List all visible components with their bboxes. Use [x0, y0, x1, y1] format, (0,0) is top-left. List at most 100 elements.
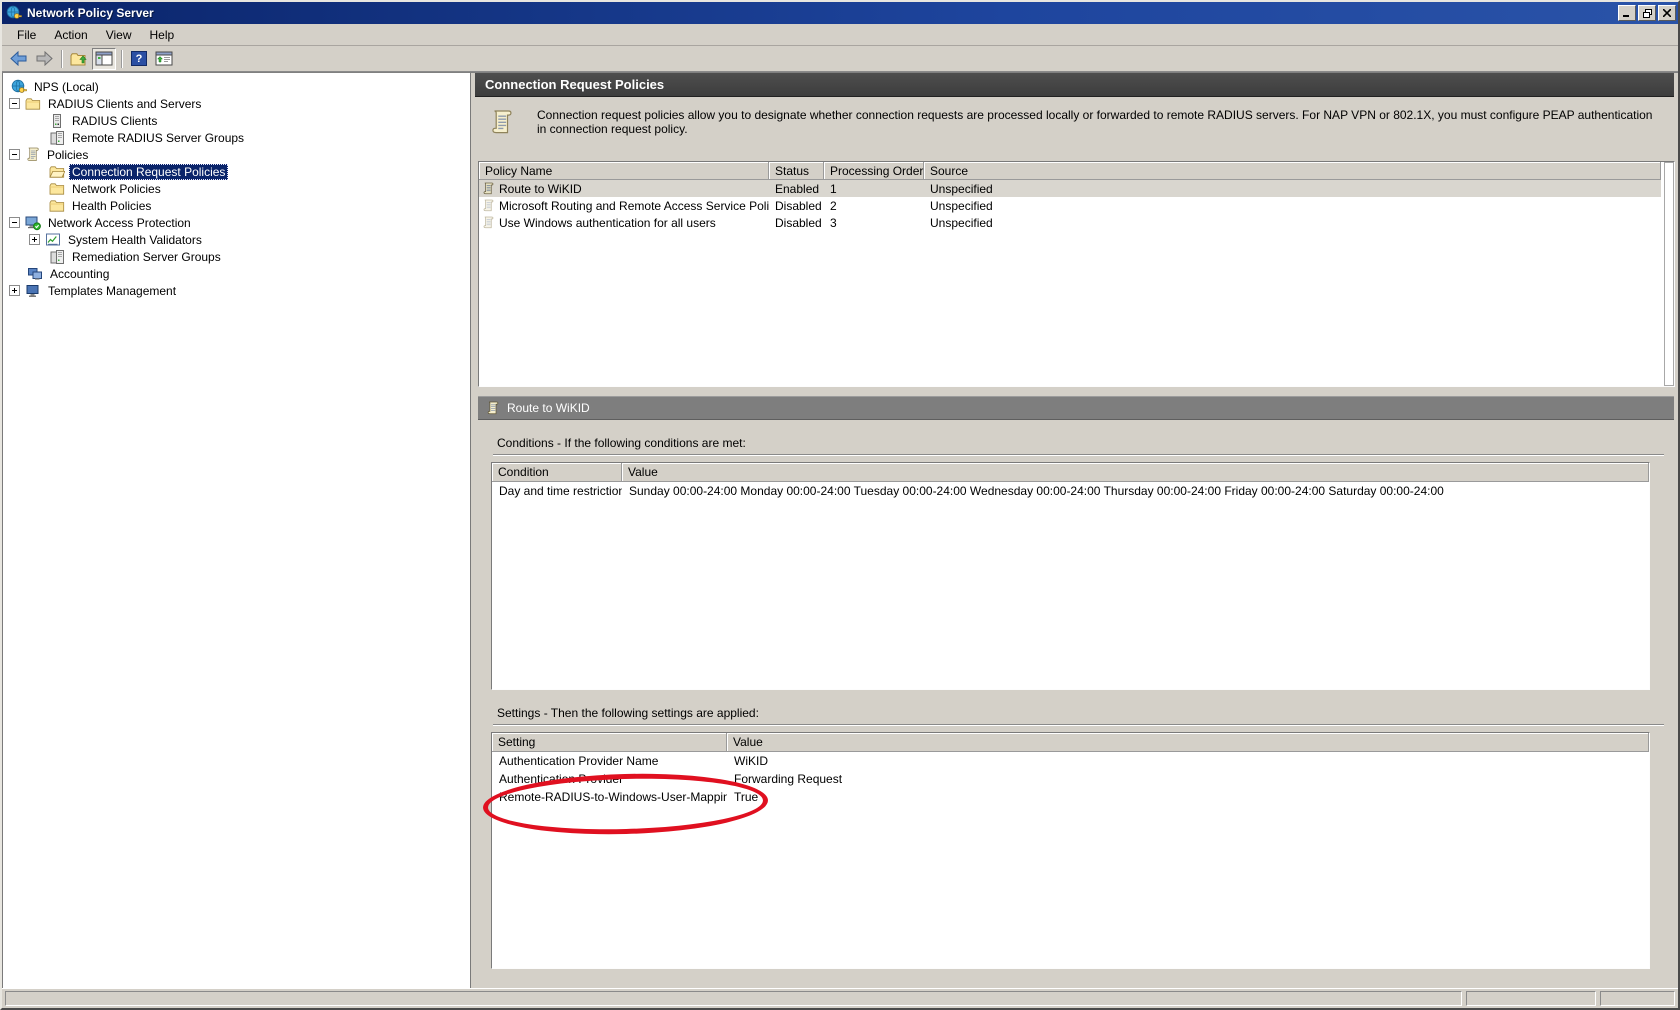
tree-item-label: Network Policies: [69, 181, 164, 197]
menu-bar: File Action View Help: [2, 24, 1678, 46]
list-vertical-scrollbar[interactable]: [1664, 162, 1674, 386]
tree-item-radius-clients[interactable]: RADIUS Clients: [3, 112, 470, 129]
open-folder-icon: [49, 164, 65, 180]
policy-name: Route to WiKID: [499, 182, 582, 196]
column-header-status[interactable]: Status: [769, 162, 824, 180]
policy-row-windows-auth[interactable]: Use Windows authentication for all users…: [479, 214, 1661, 231]
forward-arrow-icon: [35, 51, 53, 66]
setting-value: WiKID: [727, 752, 1649, 770]
menu-view[interactable]: View: [97, 26, 141, 44]
conditions-table-header: Condition Value: [492, 463, 1649, 482]
tree-item-label: Policies: [44, 147, 91, 163]
folder-icon: [25, 96, 41, 112]
policy-processing-order: 1: [824, 180, 924, 197]
window-title: Network Policy Server: [27, 6, 1616, 20]
policy-source: Unspecified: [924, 214, 1661, 231]
window-list-icon: [155, 51, 173, 66]
policy-status: Enabled: [769, 180, 824, 197]
column-header-source[interactable]: Source: [924, 162, 1661, 180]
setting-row-auth-provider[interactable]: Authentication Provider Forwarding Reque…: [492, 770, 1649, 788]
policies-description-text: Connection request policies allow you to…: [537, 105, 1658, 161]
nps-app-icon: [6, 5, 22, 21]
server-group-icon: [49, 130, 65, 146]
minimize-button[interactable]: [1618, 5, 1636, 21]
tree-item-label: Remote RADIUS Server Groups: [69, 130, 247, 146]
menu-help[interactable]: Help: [141, 26, 184, 44]
show-console-tree-button[interactable]: [92, 48, 116, 70]
condition-row-day-time[interactable]: Day and time restrictions Sunday 00:00-2…: [492, 482, 1649, 500]
policy-scroll-icon: [482, 199, 494, 213]
tree-item-system-health-validators[interactable]: System Health Validators: [3, 231, 470, 248]
tree-item-health-policies[interactable]: Health Policies: [3, 197, 470, 214]
tree-item-network-policies[interactable]: Network Policies: [3, 180, 470, 197]
tree-item-templates-management[interactable]: Templates Management: [3, 282, 470, 299]
results-header-bar: Connection Request Policies: [475, 73, 1674, 97]
column-header-condition[interactable]: Condition: [492, 463, 622, 482]
tree-item-radius-clients-and-servers[interactable]: RADIUS Clients and Servers: [3, 95, 470, 112]
column-header-value[interactable]: Value: [622, 463, 1649, 482]
toolbar-separator: [121, 50, 123, 68]
tree-item-remediation-server-groups[interactable]: Remediation Server Groups: [3, 248, 470, 265]
collapse-expander-icon[interactable]: [9, 149, 20, 160]
settings-table-header: Setting Value: [492, 733, 1649, 752]
close-button[interactable]: [1658, 5, 1676, 21]
setting-name: Remote-RADIUS-to-Windows-User-Mapping: [492, 788, 727, 806]
tree-item-connection-request-policies[interactable]: Connection Request Policies: [3, 163, 470, 180]
tree-item-label: RADIUS Clients and Servers: [45, 96, 204, 112]
policy-status: Disabled: [769, 214, 824, 231]
tree-item-label: Accounting: [47, 266, 112, 282]
condition-name: Day and time restrictions: [492, 482, 622, 500]
restore-button[interactable]: [1638, 5, 1656, 21]
policy-source: Unspecified: [924, 197, 1661, 214]
menu-file[interactable]: File: [8, 26, 45, 44]
condition-value: Sunday 00:00-24:00 Monday 00:00-24:00 Tu…: [622, 482, 1649, 500]
policy-name: Use Windows authentication for all users: [499, 216, 716, 230]
expand-expander-icon[interactable]: [29, 234, 40, 245]
tree-item-remote-radius-server-groups[interactable]: Remote RADIUS Server Groups: [3, 129, 470, 146]
column-header-value[interactable]: Value: [727, 733, 1649, 752]
nps-console-window: Network Policy Server File Action View H…: [0, 0, 1680, 1010]
collapse-expander-icon[interactable]: [9, 98, 20, 109]
expand-expander-icon[interactable]: [9, 285, 20, 296]
results-pane: Connection Request Policies Connection r…: [475, 73, 1678, 988]
column-header-policy-name[interactable]: Policy Name: [479, 162, 769, 180]
menu-action[interactable]: Action: [45, 26, 96, 44]
nps-root-icon: [11, 79, 27, 95]
back-arrow-icon: [10, 51, 28, 66]
tree-item-label: Templates Management: [45, 283, 179, 299]
setting-row-remote-radius-mapping[interactable]: Remote-RADIUS-to-Windows-User-Mapping Tr…: [492, 788, 1649, 806]
forward-button[interactable]: [32, 48, 56, 70]
tree-item-nps-local[interactable]: NPS (Local): [3, 78, 470, 95]
policies-list-view: Policy Name Status Processing Order Sour…: [478, 161, 1675, 387]
tree-item-label-selected: Connection Request Policies: [69, 164, 228, 180]
tree-item-label: Network Access Protection: [45, 215, 194, 231]
tree-item-policies[interactable]: Policies: [3, 146, 470, 163]
back-button[interactable]: [7, 48, 31, 70]
scroll-icon-small: [486, 401, 499, 416]
server-icon: [49, 113, 65, 129]
setting-name: Authentication Provider: [492, 770, 727, 788]
tree-item-label: Health Policies: [69, 198, 154, 214]
collapse-expander-icon[interactable]: [9, 217, 20, 228]
health-chart-icon: [45, 232, 61, 248]
policy-row-route-to-wikid[interactable]: Route to WiKID Enabled 1 Unspecified: [479, 180, 1661, 197]
tree-item-accounting[interactable]: Accounting: [3, 265, 470, 282]
help-button[interactable]: ?: [127, 48, 151, 70]
settings-table: Setting Value Authentication Provider Na…: [491, 732, 1650, 969]
setting-row-auth-provider-name[interactable]: Authentication Provider Name WiKID: [492, 752, 1649, 770]
tree-item-label: Remediation Server Groups: [69, 249, 224, 265]
status-bar-section: [1600, 991, 1675, 1006]
policy-row-ms-routing[interactable]: Microsoft Routing and Remote Access Serv…: [479, 197, 1661, 214]
scroll-document-icon: [489, 105, 513, 161]
help-icon: ?: [131, 51, 147, 66]
results-header-title: Connection Request Policies: [485, 77, 664, 92]
up-one-level-button[interactable]: [67, 48, 91, 70]
column-header-processing-order[interactable]: Processing Order: [824, 162, 924, 180]
tree-item-network-access-protection[interactable]: Network Access Protection: [3, 214, 470, 231]
policy-status: Disabled: [769, 197, 824, 214]
export-list-button[interactable]: [152, 48, 176, 70]
selected-policy-title: Route to WiKID: [507, 401, 590, 415]
folder-icon: [49, 181, 65, 197]
column-header-setting[interactable]: Setting: [492, 733, 727, 752]
folder-up-icon: [70, 51, 88, 67]
